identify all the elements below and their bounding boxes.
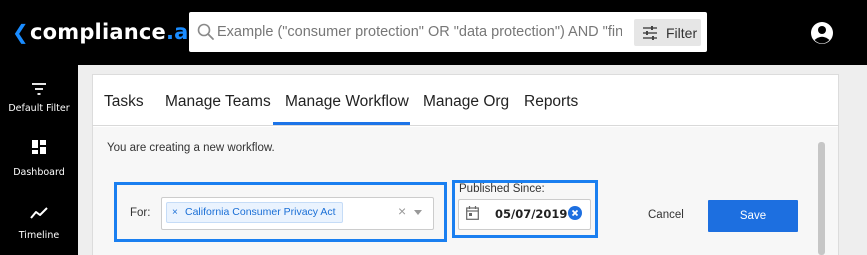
- logo-text: compliance: [29, 20, 166, 44]
- active-tab-indicator: [273, 122, 410, 125]
- for-label: For:: [130, 207, 151, 219]
- search-bar: Filter: [189, 12, 707, 52]
- app-logo[interactable]: ❮ compliance .ai: [12, 16, 196, 48]
- selected-chip: × California Consumer Privacy Act: [166, 202, 343, 223]
- clear-selection-icon[interactable]: ×: [398, 203, 406, 219]
- tab-manage-teams[interactable]: Manage Teams: [165, 93, 271, 111]
- search-icon: [197, 23, 214, 40]
- tab-manage-org[interactable]: Manage Org: [423, 93, 509, 111]
- tab-reports[interactable]: Reports: [524, 93, 578, 111]
- tab-tasks[interactable]: Tasks: [104, 93, 144, 111]
- search-input[interactable]: [217, 20, 622, 44]
- tab-manage-workflow[interactable]: Manage Workflow: [285, 93, 409, 111]
- workflow-notice: You are creating a new workflow.: [107, 142, 275, 154]
- calendar-icon[interactable]: [466, 206, 479, 220]
- published-since-label: Published Since:: [459, 183, 545, 195]
- sidebar-item-label: Default Filter: [8, 103, 70, 114]
- chip-remove-icon[interactable]: ×: [172, 203, 178, 222]
- save-button[interactable]: Save: [708, 200, 798, 232]
- sidebar-item-label: Timeline: [18, 230, 60, 241]
- filter-button-label: Filter: [666, 24, 698, 41]
- chevron-down-icon[interactable]: [414, 210, 422, 215]
- chip-label: California Consumer Privacy Act: [185, 206, 336, 218]
- dashboard-grid-icon: [32, 140, 46, 154]
- filter-button[interactable]: Filter: [634, 19, 701, 46]
- sidebar-item-default-filter[interactable]: Default Filter: [0, 83, 78, 114]
- logo-chevron-icon: ❮: [12, 20, 29, 44]
- tab-bar: Tasks Manage Teams Manage Workflow Manag…: [92, 74, 839, 126]
- scrollbar-thumb[interactable]: [818, 142, 825, 255]
- account-circle-icon[interactable]: [810, 21, 834, 45]
- sidebar-item-label: Dashboard: [13, 167, 65, 178]
- published-since-value: 05/07/2019: [495, 207, 568, 221]
- sidebar-item-timeline[interactable]: Timeline: [0, 207, 78, 241]
- cancel-button[interactable]: Cancel: [648, 209, 684, 221]
- trend-line-icon: [30, 207, 48, 219]
- sliders-icon: [643, 25, 657, 40]
- clear-date-icon[interactable]: [568, 206, 582, 220]
- filter-lines-icon: [32, 83, 46, 95]
- sidebar-item-dashboard[interactable]: Dashboard: [0, 140, 78, 178]
